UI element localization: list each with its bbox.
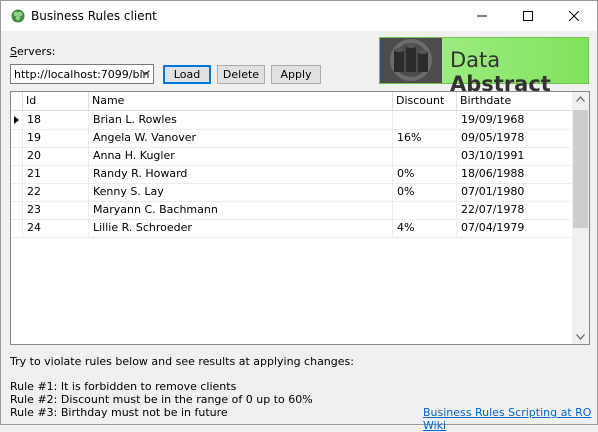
cell-name[interactable]: Kenny S. Lay	[89, 183, 393, 201]
row-indicator[interactable]	[11, 201, 23, 219]
cell-birthdate[interactable]: 07/04/1979	[457, 219, 573, 237]
data-abstract-logo	[380, 38, 442, 83]
cell-birthdate[interactable]: 19/09/1968	[457, 111, 573, 129]
header-id[interactable]: Id	[23, 92, 89, 110]
table-row[interactable]: 23 Maryann C. Bachmann 22/07/1978	[11, 201, 573, 220]
close-button[interactable]	[551, 1, 597, 31]
maximize-icon	[523, 11, 533, 21]
servers-label: Servers:	[10, 45, 56, 58]
app-icon	[11, 9, 25, 23]
banner-text: Data Abstract	[450, 48, 551, 96]
delete-button[interactable]: Delete	[217, 65, 265, 84]
cell-birthdate[interactable]: 18/06/1988	[457, 165, 573, 183]
header-discount[interactable]: Discount	[393, 92, 457, 110]
data-abstract-banner: Data Abstract	[379, 37, 589, 96]
row-indicator[interactable]	[11, 219, 23, 237]
maximize-button[interactable]	[505, 1, 551, 31]
cell-discount[interactable]: 0%	[393, 183, 457, 201]
cell-id[interactable]: 24	[23, 219, 89, 237]
scroll-up-icon[interactable]	[576, 96, 585, 102]
cell-discount[interactable]	[393, 111, 457, 129]
row-indicator[interactable]	[11, 183, 23, 201]
minimize-button[interactable]	[459, 1, 505, 31]
minimize-icon	[477, 15, 487, 17]
scroll-down-icon[interactable]	[576, 334, 585, 340]
cell-birthdate[interactable]: 22/07/1978	[457, 201, 573, 219]
rule-1: Rule #1: It is forbidden to remove clien…	[10, 380, 237, 393]
table-row[interactable]: 24 Lillie R. Schroeder 4% 07/04/1979	[11, 219, 573, 238]
table-row[interactable]: 19 Angela W. Vanover 16% 09/05/1978	[11, 129, 573, 148]
current-row-marker-icon	[14, 116, 19, 124]
table-row[interactable]: 21 Randy R. Howard 0% 18/06/1988	[11, 165, 573, 184]
row-indicator[interactable]	[11, 129, 23, 147]
cell-name[interactable]: Brian L. Rowles	[89, 111, 393, 129]
header-indicator	[11, 92, 23, 110]
rule-2: Rule #2: Discount must be in the range o…	[10, 393, 313, 406]
grid-header: Id Name Discount Birthdate	[11, 92, 573, 111]
row-indicator[interactable]	[11, 147, 23, 165]
cell-name[interactable]: Angela W. Vanover	[89, 129, 393, 147]
chevron-down-icon	[141, 70, 150, 76]
title-bar: Business Rules client	[1, 1, 597, 31]
close-icon	[569, 11, 579, 21]
servers-dropdown[interactable]: http://localhost:7099/bin	[10, 64, 154, 84]
window-title: Business Rules client	[31, 9, 157, 23]
cell-discount[interactable]: 0%	[393, 165, 457, 183]
cell-discount[interactable]: 4%	[393, 219, 457, 237]
cell-name[interactable]: Anna H. Kugler	[89, 147, 393, 165]
table-row[interactable]: 22 Kenny S. Lay 0% 07/01/1980	[11, 183, 573, 202]
cell-discount[interactable]: 16%	[393, 129, 457, 147]
cell-id[interactable]: 22	[23, 183, 89, 201]
row-indicator[interactable]	[11, 111, 23, 129]
header-name[interactable]: Name	[89, 92, 393, 110]
table-row[interactable]: 18 Brian L. Rowles 19/09/1968	[11, 111, 573, 130]
load-button[interactable]: Load	[163, 65, 211, 84]
cell-id[interactable]: 23	[23, 201, 89, 219]
apply-button[interactable]: Apply	[271, 65, 321, 84]
wiki-link[interactable]: Business Rules Scripting at RO Wiki	[423, 406, 597, 432]
clients-grid[interactable]: Id Name Discount Birthdate 18 Brian L. Ro…	[10, 91, 590, 345]
cell-name[interactable]: Maryann C. Bachmann	[89, 201, 393, 219]
cell-id[interactable]: 20	[23, 147, 89, 165]
app-window: Business Rules client Servers: http://lo…	[0, 0, 598, 432]
row-indicator[interactable]	[11, 165, 23, 183]
rule-3: Rule #3: Birthday must not be in future	[10, 406, 228, 419]
cell-id[interactable]: 18	[23, 111, 89, 129]
servers-selected-value: http://localhost:7099/bin	[14, 68, 150, 81]
cell-birthdate[interactable]: 07/01/1980	[457, 183, 573, 201]
cell-name[interactable]: Randy R. Howard	[89, 165, 393, 183]
vertical-scrollbar[interactable]	[572, 92, 589, 344]
cell-birthdate[interactable]: 09/05/1978	[457, 129, 573, 147]
hint-text: Try to violate rules below and see resul…	[10, 355, 354, 368]
cell-discount[interactable]	[393, 201, 457, 219]
cell-name[interactable]: Lillie R. Schroeder	[89, 219, 393, 237]
cell-id[interactable]: 21	[23, 165, 89, 183]
database-stack-icon	[390, 39, 432, 81]
table-row[interactable]: 20 Anna H. Kugler 03/10/1991	[11, 147, 573, 166]
cell-discount[interactable]	[393, 147, 457, 165]
cell-id[interactable]: 19	[23, 129, 89, 147]
scrollbar-thumb[interactable]	[573, 110, 588, 228]
header-birthdate[interactable]: Birthdate	[457, 92, 573, 110]
cell-birthdate[interactable]: 03/10/1991	[457, 147, 573, 165]
